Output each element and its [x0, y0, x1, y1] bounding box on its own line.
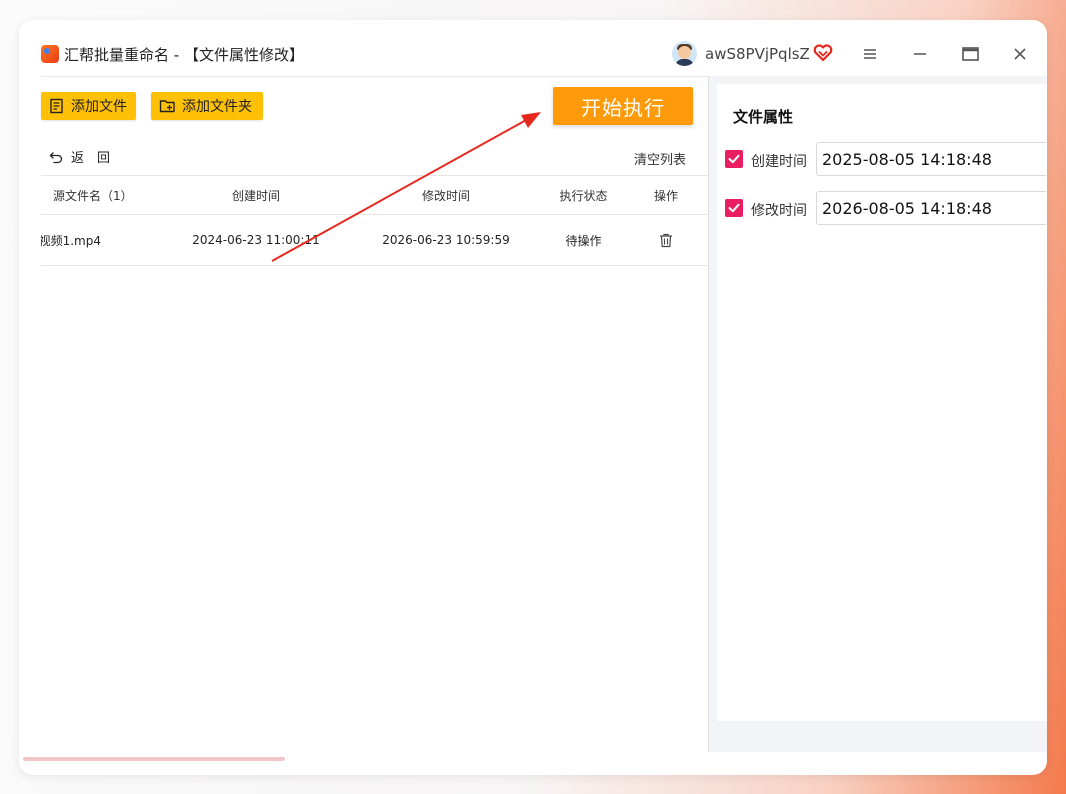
header-modified: 修改时间 [421, 188, 470, 203]
add-folder-icon [159, 100, 175, 113]
modified-time-label: 修改时间 [751, 203, 807, 219]
properties-card: 文件属性 创建时间 2025-08-05 14:18:48 修改时间 2026-… [717, 84, 1047, 721]
avatar[interactable] [672, 41, 697, 66]
menu-icon[interactable] [858, 42, 882, 66]
start-button[interactable]: 开始执行 [553, 87, 693, 125]
back-label: 返 回 [71, 151, 111, 166]
check-icon [728, 203, 740, 213]
properties-title: 文件属性 [733, 108, 794, 126]
close-icon[interactable] [1008, 42, 1032, 66]
trash-icon[interactable] [659, 233, 673, 248]
header-status: 执行状态 [559, 188, 608, 203]
app-title: 汇帮批量重命名 - 【文件属性修改】 [64, 46, 304, 64]
row-modified: 2026-06-23 10:59:59 [382, 233, 510, 247]
row-op [631, 215, 701, 265]
properties-panel: 文件属性 创建时间 2025-08-05 14:18:48 修改时间 2026-… [709, 76, 1047, 752]
scrollbar[interactable] [23, 757, 285, 761]
table-row[interactable]: 视频1.mp4 2024-06-23 11:00:11 2026-06-23 1… [41, 215, 708, 266]
back-icon [49, 151, 63, 163]
vip-heart-icon[interactable] [813, 43, 833, 63]
app-logo-icon [41, 45, 59, 63]
header-name: 源文件名（1） [53, 188, 133, 203]
add-file-button[interactable]: 添加文件 [41, 92, 136, 120]
created-time-row: 创建时间 2025-08-05 14:18:48 [725, 142, 1047, 176]
row-status: 待操作 [565, 233, 602, 248]
header-created: 创建时间 [231, 188, 280, 203]
minimize-icon[interactable] [908, 42, 932, 66]
modified-time-input[interactable]: 2026-08-05 14:18:48 [816, 191, 1046, 225]
file-list-panel: 添加文件 添加文件夹 开始执行 返 回 清空列表 源文件名（1） 创建时间 修改… [41, 76, 709, 752]
row-created: 2024-06-23 11:00:11 [192, 233, 320, 247]
add-folder-button[interactable]: 添加文件夹 [151, 92, 263, 120]
created-time-label: 创建时间 [751, 154, 807, 170]
header-op: 操作 [653, 188, 678, 203]
created-time-checkbox[interactable] [725, 150, 743, 168]
check-icon [728, 154, 740, 164]
clear-list-button[interactable]: 清空列表 [634, 149, 686, 168]
modified-time-row: 修改时间 2026-08-05 14:18:48 [725, 191, 1047, 225]
modified-time-checkbox[interactable] [725, 199, 743, 217]
table-header: 源文件名（1） 创建时间 修改时间 执行状态 操作 [41, 175, 708, 215]
row-name: 视频1.mp4 [41, 233, 101, 248]
username[interactable]: awS8PVjPqlsZ [705, 45, 810, 63]
add-file-label: 添加文件 [71, 99, 127, 115]
add-folder-label: 添加文件夹 [182, 99, 252, 115]
app-window: 汇帮批量重命名 - 【文件属性修改】 awS8PVjPqlsZ 添加文件 添加文… [19, 20, 1047, 775]
title-bar: 汇帮批量重命名 - 【文件属性修改】 awS8PVjPqlsZ [19, 20, 1047, 76]
maximize-icon[interactable] [958, 42, 982, 66]
created-time-input[interactable]: 2025-08-05 14:18:48 [816, 142, 1046, 176]
add-file-icon [50, 98, 63, 114]
back-button[interactable]: 返 回 [49, 147, 110, 166]
